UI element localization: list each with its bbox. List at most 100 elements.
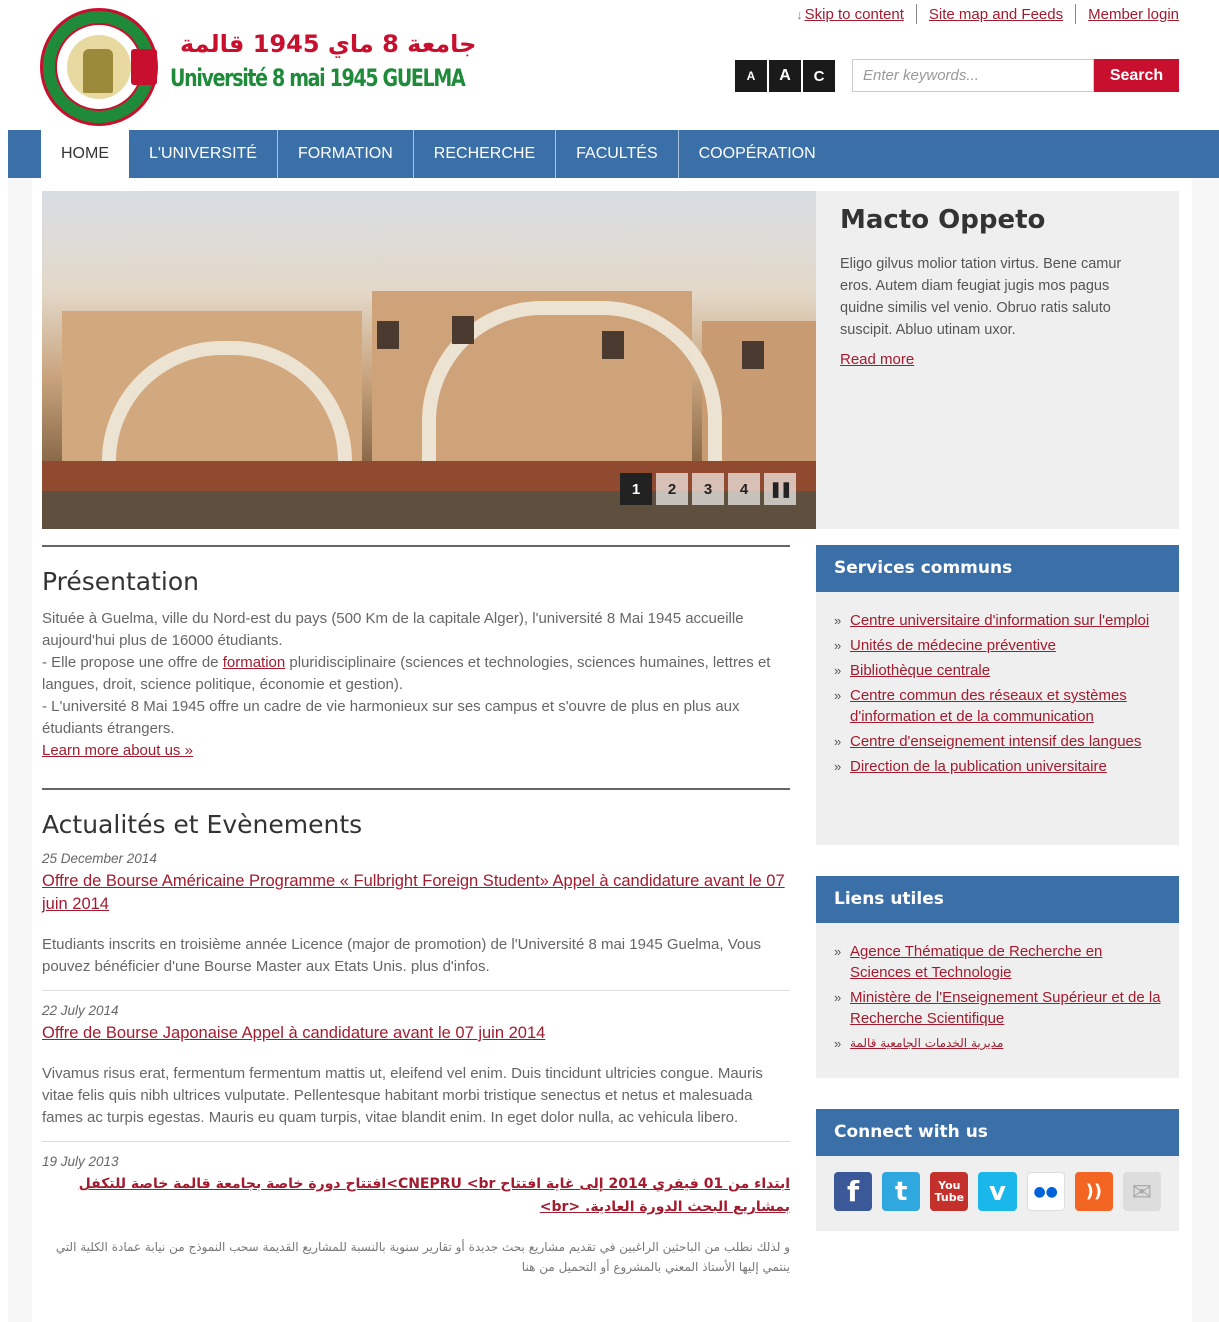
- bullet-icon: »: [834, 990, 842, 1005]
- separator: [1075, 4, 1077, 24]
- font-large-button[interactable]: A: [769, 60, 801, 92]
- bullet-icon: »: [834, 613, 842, 628]
- presentation-p3: - L'université 8 Mai 1945 offre un cadre…: [42, 698, 740, 737]
- top-links: ↓ Skip to content Site map and Feeds Mem…: [796, 4, 1179, 24]
- twitter-icon[interactable]: t: [882, 1172, 921, 1211]
- useful-link[interactable]: مديرية الخدمات الجامعية قالمة: [850, 1033, 1003, 1054]
- service-link[interactable]: Centre commun des réseaux et systèmes d'…: [850, 685, 1161, 727]
- logo-gear: [131, 49, 157, 85]
- list-item: » Direction de la publication universitai…: [834, 756, 1161, 777]
- list-item: » Centre commun des réseaux et systèmes d…: [834, 685, 1161, 727]
- facebook-icon[interactable]: f: [834, 1172, 873, 1211]
- slide-title: Macto Oppeto: [840, 205, 1046, 235]
- slide-page-4[interactable]: 4: [728, 473, 760, 505]
- bullet-icon: »: [834, 688, 842, 703]
- useful-link[interactable]: Ministère de l'Enseignement Supérieur et…: [850, 987, 1161, 1029]
- presentation-p1: Située à Guelma, ville du Nord-est du pa…: [42, 610, 744, 649]
- slide-page-1[interactable]: 1: [620, 473, 652, 505]
- nav-cooperation[interactable]: COOPÉRATION: [679, 130, 836, 178]
- news-heading: Actualités et Evènements: [42, 810, 363, 839]
- nav-home[interactable]: HOME: [41, 130, 129, 178]
- list-item: » Centre d'enseignement intensif des lang…: [834, 731, 1161, 752]
- logo-french-name[interactable]: Université 8 mai 1945 GUELMA: [170, 64, 466, 92]
- rss-icon[interactable]: )): [1074, 1172, 1113, 1211]
- slide-caption: Macto Oppeto Eligo gilvus molior tation …: [816, 191, 1179, 529]
- separator: [915, 4, 917, 24]
- list-item: » Agence Thématique de Recherche en Scien…: [834, 941, 1161, 983]
- vimeo-icon[interactable]: v: [978, 1172, 1017, 1211]
- service-link[interactable]: Centre d'enseignement intensif des langu…: [850, 731, 1141, 752]
- presentation-text: Située à Guelma, ville du Nord-est du pa…: [42, 608, 790, 762]
- slide-pager: 1 2 3 4 ❚❚: [620, 473, 796, 505]
- site-header: جامعة 8 ماي 1945 قالمة Université 8 mai …: [0, 0, 1219, 130]
- service-link[interactable]: Bibliothèque centrale: [850, 660, 990, 681]
- skip-to-content-link[interactable]: Skip to content: [805, 6, 904, 23]
- news-body: و لذلك نطلب من الباحثين الراغبين في تقدي…: [55, 1240, 790, 1274]
- formation-link[interactable]: formation: [223, 654, 286, 671]
- divider: [42, 545, 790, 547]
- news-date: 22 July 2014: [42, 1003, 119, 1018]
- learn-more-link[interactable]: Learn more about us »: [42, 742, 193, 759]
- slide-page-2[interactable]: 2: [656, 473, 688, 505]
- search-input[interactable]: [852, 59, 1094, 92]
- pause-icon[interactable]: ❚❚: [764, 473, 796, 505]
- news-item: 19 July 2013 ابتداء من 01 فيفري 2014 إلى…: [42, 1154, 790, 1289]
- flickr-icon[interactable]: ●●: [1026, 1172, 1065, 1211]
- nav-facultes[interactable]: FACULTÉS: [556, 130, 679, 178]
- slide-text: Eligo gilvus molior tation virtus. Bene …: [840, 256, 1122, 338]
- bullet-icon: »: [834, 638, 842, 653]
- service-link[interactable]: Direction de la publication universitair…: [850, 756, 1107, 777]
- font-size-controls: A A C: [735, 60, 835, 92]
- news-item: 22 July 2014 Offre de Bourse Japonaise A…: [42, 1003, 790, 1142]
- news-body: Etudiants inscrits en troisième année Li…: [42, 936, 762, 975]
- bullet-icon: »: [834, 944, 842, 959]
- news-body: Vivamus risus erat, fermentum fermentum …: [42, 1065, 763, 1126]
- presentation-p2-before: - Elle propose une offre de: [42, 654, 223, 671]
- service-link[interactable]: Centre universitaire d'information sur l…: [850, 610, 1149, 631]
- slide-page-3[interactable]: 3: [692, 473, 724, 505]
- search-button[interactable]: Search: [1094, 59, 1179, 92]
- connect-panel: Connect with us f t You Tube v ●● )) ✉: [816, 1109, 1179, 1231]
- email-icon[interactable]: ✉: [1122, 1172, 1162, 1211]
- nav-universite[interactable]: L'UNIVERSITÉ: [129, 130, 278, 178]
- window: [452, 316, 474, 344]
- font-reset-button[interactable]: C: [803, 60, 835, 92]
- useful-links-panel: Liens utiles » Agence Thématique de Reche…: [816, 876, 1179, 1078]
- logo-figure: [83, 49, 113, 93]
- skip-arrow-icon: ↓: [796, 6, 803, 22]
- services-title: Services communs: [816, 545, 1179, 592]
- service-link[interactable]: Unités de médecine préventive: [850, 635, 1056, 656]
- news-date: 19 July 2013: [42, 1154, 119, 1169]
- site-map-link[interactable]: Site map and Feeds: [929, 6, 1063, 23]
- nav-formation[interactable]: FORMATION: [278, 130, 414, 178]
- window: [377, 321, 399, 349]
- main-content: Présentation Située à Guelma, ville du N…: [42, 545, 790, 1301]
- bullet-icon: »: [834, 663, 842, 678]
- logo-arabic-name[interactable]: جامعة 8 ماي 1945 قالمة: [180, 30, 476, 58]
- news-date: 25 December 2014: [42, 851, 157, 866]
- news-title-link[interactable]: Offre de Bourse Américaine Programme « F…: [42, 870, 790, 916]
- bullet-icon: »: [834, 734, 842, 749]
- font-small-button[interactable]: A: [735, 60, 767, 92]
- member-login-link[interactable]: Member login: [1088, 6, 1179, 23]
- read-more-link[interactable]: Read more: [840, 351, 914, 368]
- news-title-link[interactable]: Offre de Bourse Japonaise Appel à candid…: [42, 1022, 790, 1045]
- list-item: » Bibliothèque centrale: [834, 660, 1161, 681]
- university-logo[interactable]: [40, 8, 158, 126]
- useful-link[interactable]: Agence Thématique de Recherche en Scienc…: [850, 941, 1161, 983]
- list-item: » Unités de médecine préventive: [834, 635, 1161, 656]
- news-title-link[interactable]: ابتداء من 01 فيفري 2014 إلى غاية افتتاح …: [42, 1173, 790, 1219]
- presentation-heading: Présentation: [42, 567, 200, 596]
- services-panel: Services communs » Centre universitaire d…: [816, 545, 1179, 845]
- window: [602, 331, 624, 359]
- social-icons: f t You Tube v ●● )) ✉: [816, 1156, 1179, 1227]
- nav-recherche[interactable]: RECHERCHE: [414, 130, 557, 178]
- useful-links-list: » Agence Thématique de Recherche en Scien…: [816, 923, 1179, 1072]
- list-item: » Centre universitaire d'information sur …: [834, 610, 1161, 631]
- connect-title: Connect with us: [816, 1109, 1179, 1156]
- divider: [42, 788, 790, 790]
- bullet-icon: »: [834, 759, 842, 774]
- youtube-icon[interactable]: You Tube: [930, 1172, 969, 1211]
- bullet-icon: »: [834, 1036, 842, 1051]
- main-nav: HOME L'UNIVERSITÉ FORMATION RECHERCHE FA…: [8, 130, 1219, 178]
